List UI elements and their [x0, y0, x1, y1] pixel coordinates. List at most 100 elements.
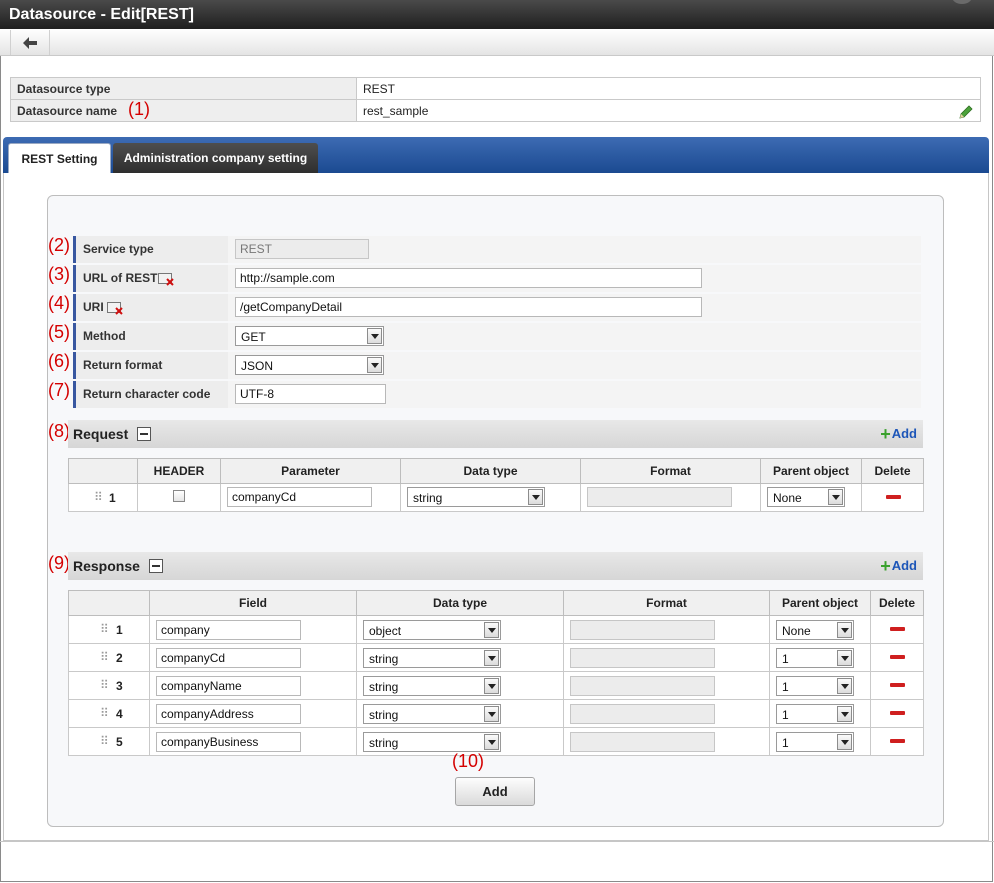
method-select[interactable]: GET	[235, 326, 384, 346]
grip-icon: ⠿	[100, 678, 109, 692]
field-input[interactable]: companyName	[156, 676, 301, 696]
row-number: 3	[116, 679, 123, 693]
row-handle-cell[interactable]: ⠿ 5	[68, 727, 150, 756]
dropdown-arrow-icon	[837, 706, 852, 722]
response-title: Response	[73, 558, 140, 574]
uri-input[interactable]: /getCompanyDetail	[235, 297, 702, 317]
row-handle-cell[interactable]: ⠿ 1	[68, 615, 150, 644]
delete-cell	[870, 671, 924, 700]
dropdown-arrow-icon	[484, 678, 499, 694]
format-input	[570, 676, 715, 696]
field-input[interactable]: company	[156, 620, 301, 640]
collapse-icon[interactable]	[149, 559, 163, 573]
data-type-select[interactable]: string	[363, 704, 501, 724]
field-cell: companyName	[149, 671, 357, 700]
url-value-cell: http://sample.com	[228, 265, 921, 292]
parent-object-select[interactable]: 1	[776, 676, 854, 696]
response-col-handle	[68, 590, 150, 616]
delete-icon[interactable]	[890, 711, 905, 715]
return-format-label: Return format	[83, 358, 163, 372]
field-input[interactable]: companyBusiness	[156, 732, 301, 752]
parent-object-select[interactable]: None	[776, 620, 854, 640]
parent-object-cell: None	[769, 615, 871, 644]
row-number: 4	[116, 707, 123, 721]
datasource-name-label-text: Datasource name	[17, 103, 118, 118]
table-row: ⠿ 4 companyAddress string 1	[68, 699, 924, 728]
parent-object-cell: 1	[769, 643, 871, 672]
request-col-header: HEADER	[137, 458, 221, 484]
url-input[interactable]: http://sample.com	[235, 268, 702, 288]
data-type-select[interactable]: string	[363, 732, 501, 752]
table-row: ⠿ 2 companyCd string 1	[68, 643, 924, 672]
data-type-cell: string	[400, 483, 581, 512]
row-number: 5	[116, 735, 123, 749]
grip-icon: ⠿	[100, 622, 109, 636]
dropdown-arrow-icon	[367, 357, 382, 373]
parent-object-select[interactable]: 1	[776, 704, 854, 724]
marker-4: (4)	[48, 293, 70, 313]
header-checkbox[interactable]	[173, 490, 185, 502]
return-charset-label: Return character code	[83, 387, 211, 401]
format-input	[587, 487, 732, 507]
marker-1: (1)	[128, 99, 150, 119]
parameter-input[interactable]: companyCd	[227, 487, 372, 507]
data-type-select[interactable]: string	[363, 676, 501, 696]
uri-value-cell: /getCompanyDetail	[228, 294, 921, 321]
field-cell: companyBusiness	[149, 727, 357, 756]
delete-cell	[861, 483, 924, 512]
request-add-link[interactable]: + Add	[880, 425, 917, 443]
marker-7: (7)	[48, 380, 70, 400]
field-input[interactable]: companyAddress	[156, 704, 301, 724]
response-col-field: Field	[149, 590, 357, 616]
row-handle-cell[interactable]: ⠿ 1	[68, 483, 138, 512]
title-bar-corner	[952, 0, 972, 4]
dropdown-arrow-icon	[484, 622, 499, 638]
data-type-select[interactable]: string	[363, 648, 501, 668]
request-add-label: Add	[891, 426, 917, 441]
header-checkbox-cell	[137, 483, 221, 512]
parent-object-select[interactable]: 1	[776, 732, 854, 752]
required-field-icon	[158, 273, 174, 286]
data-type-value: string	[369, 736, 399, 750]
data-type-select[interactable]: string	[407, 487, 545, 507]
response-col-format: Format	[563, 590, 770, 616]
collapse-icon[interactable]	[137, 427, 151, 441]
row-handle-cell[interactable]: ⠿ 2	[68, 643, 150, 672]
data-type-cell: string	[356, 699, 564, 728]
return-charset-input[interactable]: UTF-8	[235, 384, 386, 404]
row-number: 2	[116, 651, 123, 665]
back-button[interactable]	[10, 30, 50, 55]
method-select-value: GET	[241, 330, 266, 344]
marker-2: (2)	[48, 235, 70, 255]
return-charset-row: Return character code UTF-8	[73, 381, 921, 408]
delete-icon[interactable]	[885, 495, 901, 499]
grip-icon: ⠿	[100, 706, 109, 720]
return-format-select[interactable]: JSON	[235, 355, 384, 375]
tab-rest-setting[interactable]: REST Setting	[8, 143, 111, 173]
dropdown-arrow-icon	[837, 650, 852, 666]
dropdown-arrow-icon	[837, 622, 852, 638]
parent-object-value: 1	[782, 680, 789, 694]
add-button[interactable]: Add	[455, 777, 535, 806]
delete-icon[interactable]	[890, 739, 905, 743]
delete-icon[interactable]	[890, 655, 905, 659]
row-handle-cell[interactable]: ⠿ 4	[68, 699, 150, 728]
data-type-cell: string	[356, 671, 564, 700]
row-handle-cell[interactable]: ⠿ 3	[68, 671, 150, 700]
delete-icon[interactable]	[890, 627, 905, 631]
table-row: ⠿ 1 companyCd string None	[68, 483, 924, 512]
marker-3: (3)	[48, 264, 70, 284]
parent-object-select[interactable]: 1	[776, 648, 854, 668]
response-add-link[interactable]: + Add	[880, 557, 917, 575]
data-type-select[interactable]: object	[363, 620, 501, 640]
datasource-info-table: Datasource type REST Datasource name res…	[10, 77, 981, 122]
parent-object-select[interactable]: None	[767, 487, 845, 507]
field-input[interactable]: companyCd	[156, 648, 301, 668]
pencil-icon[interactable]	[958, 104, 974, 120]
dropdown-arrow-icon	[367, 328, 382, 344]
format-cell	[563, 643, 770, 672]
format-cell	[580, 483, 761, 512]
format-cell	[563, 671, 770, 700]
delete-icon[interactable]	[890, 683, 905, 687]
tab-administration-company-setting[interactable]: Administration company setting	[113, 143, 318, 173]
